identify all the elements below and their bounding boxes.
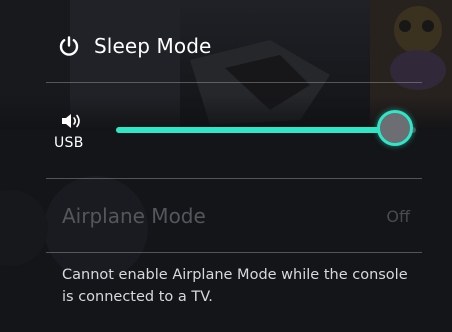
volume-slider-thumb[interactable] [377,110,413,146]
sleep-mode-label: Sleep Mode [94,34,212,58]
speaker-icon [60,111,84,131]
volume-slider-fill [116,127,395,133]
quick-settings-panel: Sleep Mode USB Airplane Mode Off Cannot … [0,0,452,332]
airplane-mode-status: Off [386,206,410,226]
audio-output-label: USB [54,135,84,151]
divider [46,82,422,83]
airplane-mode-notice: Cannot enable Airplane Mode while the co… [62,267,408,305]
power-icon [58,35,80,57]
airplane-mode-label: Airplane Mode [62,204,206,228]
divider [46,178,422,179]
divider [46,252,422,253]
volume-slider[interactable] [116,108,416,152]
sleep-mode-button[interactable]: Sleep Mode [58,28,211,64]
airplane-mode-toggle[interactable]: Airplane Mode Off [62,196,410,236]
